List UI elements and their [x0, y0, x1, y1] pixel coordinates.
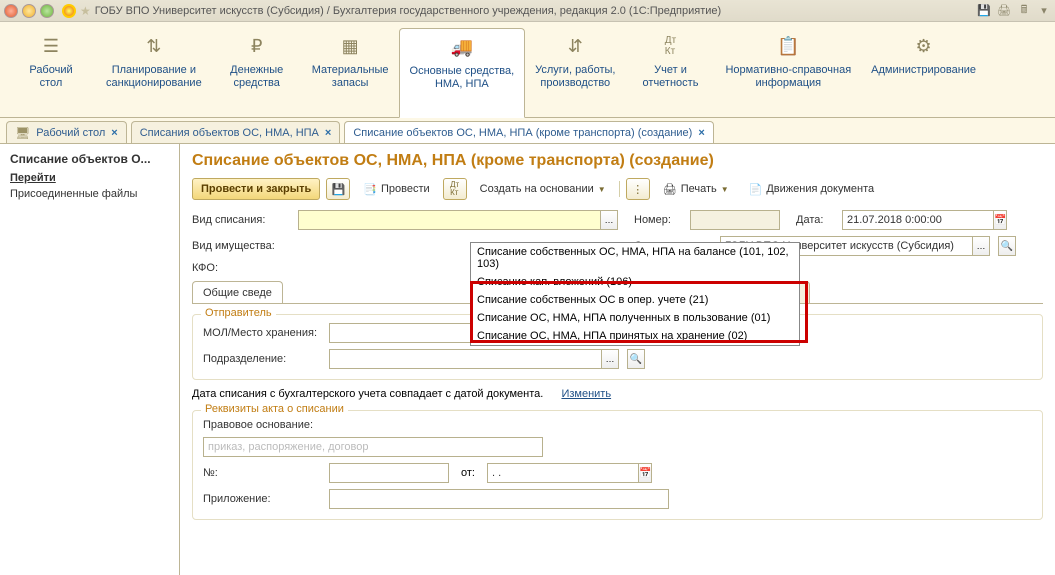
subtab-general[interactable]: Общие сведе — [192, 281, 283, 303]
section-accounting[interactable]: ДтКтУчет и отчетность — [625, 28, 715, 117]
dtkt-icon: ДтКт — [658, 34, 682, 58]
create-based-button[interactable]: Создать на основании▼ — [473, 178, 613, 200]
work-area: Списание объектов О... Перейти Присоедин… — [0, 144, 1055, 575]
materials-icon: ▦ — [338, 34, 362, 58]
nav-link-go[interactable]: Перейти — [10, 172, 169, 184]
favorite-star-icon[interactable] — [80, 4, 95, 18]
tab-list[interactable]: Списания объектов ОС, НМА, НПА× — [131, 121, 341, 143]
post-icon: 📑 — [363, 183, 377, 196]
section-money[interactable]: ₽Денежные средства — [212, 28, 302, 117]
services-icon: ⇵ — [563, 34, 587, 58]
print-icon[interactable] — [997, 4, 1011, 18]
window-maximize-icon[interactable] — [40, 4, 54, 18]
chevron-down-icon: ▼ — [598, 185, 606, 194]
post-and-close-button[interactable]: Провести и закрыть — [192, 178, 320, 200]
money-icon: ₽ — [245, 34, 269, 58]
legal-input[interactable] — [203, 437, 543, 457]
navigation-panel: Списание объектов О... Перейти Присоедин… — [0, 144, 180, 575]
dept-select-button[interactable]: … — [601, 349, 619, 369]
act-group: Реквизиты акта о списании Правовое основ… — [192, 410, 1043, 520]
save-icon[interactable] — [977, 4, 991, 18]
calendar-button[interactable] — [993, 210, 1007, 230]
dept-open-button[interactable] — [627, 349, 645, 369]
window-close-icon[interactable] — [4, 4, 18, 18]
nav-title: Списание объектов О... — [10, 152, 169, 166]
desktop-tab-icon: 🖥 — [15, 126, 30, 140]
movements-icon: 📄 — [749, 183, 763, 196]
tab-close-icon[interactable]: × — [698, 127, 704, 139]
act-num-input[interactable] — [329, 463, 449, 483]
section-planning[interactable]: ⇅Планирование и санкционирование — [96, 28, 212, 117]
change-link[interactable]: Изменить — [561, 388, 611, 400]
dropdown-item[interactable]: Списание собственных ОС, НМА, НПА на бал… — [471, 243, 799, 273]
window-minimize-icon[interactable] — [22, 4, 36, 18]
org-open-button[interactable] — [998, 236, 1016, 256]
from-date-input[interactable] — [487, 463, 638, 483]
save-button[interactable] — [326, 178, 350, 200]
printer-icon — [663, 183, 677, 196]
section-admin[interactable]: ⚙Администрирование — [861, 28, 986, 117]
type-input[interactable] — [298, 210, 600, 230]
document-title: Списание объектов ОС, НМА, НПА (кроме тр… — [192, 152, 1043, 170]
org-select-button[interactable]: … — [972, 236, 990, 256]
tab-bar: 🖥Рабочий стол× Списания объектов ОС, НМА… — [0, 118, 1055, 144]
type-dropdown: Списание собственных ОС, НМА, НПА на бал… — [470, 242, 800, 346]
tab-close-icon[interactable]: × — [325, 127, 331, 139]
type-select-button[interactable]: … — [600, 210, 618, 230]
mol-label: МОЛ/Место хранения: — [203, 327, 323, 339]
print-button[interactable]: Печать▼ — [656, 178, 736, 200]
date-label: Дата: — [796, 214, 836, 226]
dept-label: Подразделение: — [203, 353, 323, 365]
attach-label: Приложение: — [203, 493, 323, 505]
planning-icon: ⇅ — [142, 34, 166, 58]
property-label: Вид имущества: — [192, 240, 292, 252]
from-date-button[interactable] — [638, 463, 652, 483]
calculator-icon[interactable]: 🖩 — [1017, 4, 1031, 18]
dropdown-item[interactable]: Списание кап. вложений (106) — [471, 273, 799, 291]
act-num-label: №: — [203, 467, 323, 479]
app-logo-icon — [62, 4, 76, 18]
window-title: ГОБУ ВПО Университет искусств (Субсидия)… — [95, 5, 977, 17]
sender-legend: Отправитель — [201, 307, 276, 319]
gear-icon: ⚙ — [912, 34, 936, 58]
type-label: Вид списания: — [192, 214, 292, 226]
section-desktop[interactable]: ☰Рабочий стол — [6, 28, 96, 117]
date-input[interactable] — [842, 210, 993, 230]
truck-icon: 🚚 — [450, 35, 474, 59]
from-label: от: — [461, 467, 475, 479]
desktop-icon: ☰ — [39, 34, 63, 58]
chevron-down-icon: ▼ — [721, 185, 729, 194]
post-button[interactable]: 📑Провести — [356, 178, 436, 200]
nav-link-files[interactable]: Присоединенные файлы — [10, 188, 169, 200]
legal-label: Правовое основание: — [203, 419, 323, 431]
tab-document[interactable]: Списание объектов ОС, НМА, НПА (кроме тр… — [344, 121, 713, 143]
act-legend: Реквизиты акта о списании — [201, 403, 348, 415]
dropdown-item[interactable]: Списание собственных ОС в опер. учете (2… — [471, 291, 799, 309]
document-area: Списание объектов ОС, НМА, НПА (кроме тр… — [180, 144, 1055, 575]
command-bar: Провести и закрыть 📑Провести ДтКт Создат… — [192, 178, 1043, 200]
dropdown-item[interactable]: Списание ОС, НМА, НПА принятых на хранен… — [471, 327, 799, 345]
section-materials[interactable]: ▦Материальные запасы — [302, 28, 399, 117]
dept-input[interactable] — [329, 349, 601, 369]
extra-button[interactable]: ⋮ — [626, 178, 650, 200]
kfo-label: КФО: — [192, 262, 292, 274]
number-input[interactable] — [690, 210, 780, 230]
note-text: Дата списания с бухгалтерского учета сов… — [192, 388, 543, 400]
section-services[interactable]: ⇵Услуги, работы, производство — [525, 28, 625, 117]
number-label: Номер: — [634, 214, 684, 226]
section-fixed-assets[interactable]: 🚚Основные средства, НМА, НПА — [399, 28, 526, 118]
tab-desktop[interactable]: 🖥Рабочий стол× — [6, 121, 127, 143]
tab-close-icon[interactable]: × — [111, 127, 117, 139]
dropdown-item[interactable]: Списание ОС, НМА, НПА полученных в польз… — [471, 309, 799, 327]
attach-input[interactable] — [329, 489, 669, 509]
section-reference[interactable]: 📋Нормативно-справочная информация — [715, 28, 861, 117]
dtkt-button[interactable]: ДтКт — [443, 178, 467, 200]
titlebar: ГОБУ ВПО Университет искусств (Субсидия)… — [0, 0, 1055, 22]
reference-icon: 📋 — [776, 34, 800, 58]
section-toolbar: ☰Рабочий стол ⇅Планирование и санкционир… — [0, 22, 1055, 118]
menu-icon[interactable]: ▾ — [1037, 4, 1051, 18]
movements-button[interactable]: 📄Движения документа — [742, 178, 882, 200]
